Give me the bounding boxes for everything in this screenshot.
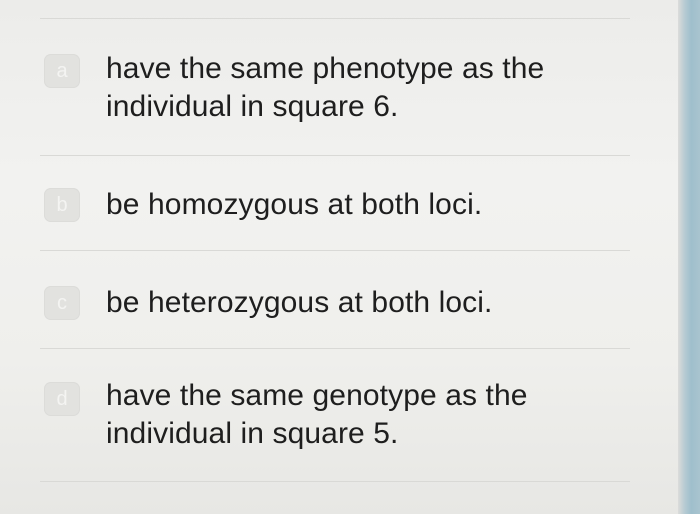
divider-bottom <box>40 481 630 482</box>
option-letter-badge-c: c <box>44 286 80 320</box>
divider-1 <box>40 155 630 156</box>
option-text-c: be heterozygous at both loci. <box>106 286 493 319</box>
divider-top <box>40 18 630 19</box>
option-letter-badge-b: b <box>44 188 80 222</box>
divider-3 <box>40 348 630 349</box>
right-edge-background <box>678 0 700 514</box>
option-letter-badge-d: d <box>44 382 80 416</box>
option-letter-badge-a: a <box>44 54 80 88</box>
option-text-b: be homozygous at both loci. <box>106 188 483 221</box>
divider-2 <box>40 250 630 251</box>
option-text-a: have the same phenotype as the individua… <box>106 52 545 123</box>
answer-choices-screen: a have the same phenotype as the individ… <box>0 0 700 514</box>
option-text-d: have the same genotype as the individual… <box>106 379 528 450</box>
